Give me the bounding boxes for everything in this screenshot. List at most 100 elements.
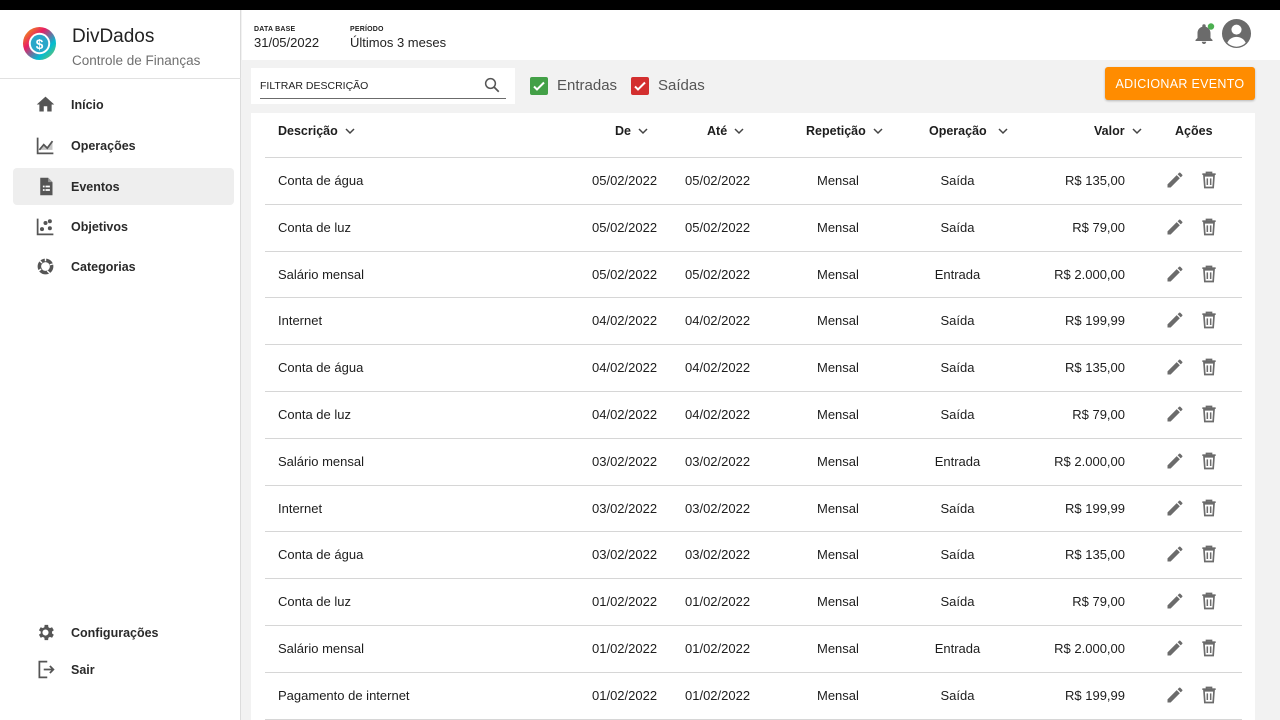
cell-valor: R$ 79,00 <box>1072 594 1125 610</box>
table-divider <box>265 718 1242 720</box>
cell-repeticao: Mensal <box>817 173 859 188</box>
sidebar: $ DivDados Controle de Finanças Início O… <box>0 10 241 720</box>
trash-icon[interactable] <box>1199 638 1219 658</box>
sidebar-item-eventos[interactable]: Eventos <box>13 168 234 205</box>
chevron-down-icon <box>873 128 883 135</box>
column-header-acoes: Ações <box>1175 124 1213 138</box>
chevron-down-icon <box>734 128 744 135</box>
table-row[interactable]: Conta de luz 05/02/2022 05/02/2022 Mensal Sa… <box>265 205 1242 251</box>
edit-icon[interactable] <box>1165 498 1185 518</box>
cell-repeticao: Mensal <box>817 313 859 329</box>
trash-icon[interactable] <box>1199 685 1219 705</box>
edit-icon[interactable] <box>1165 685 1185 705</box>
trash-icon[interactable] <box>1199 310 1219 330</box>
edit-icon[interactable] <box>1165 217 1185 237</box>
cell-valor: R$ 2.000,00 <box>1054 641 1125 656</box>
saidas-label[interactable]: Saídas <box>658 77 705 94</box>
table-row[interactable]: Pagamento de internet 01/02/2022 01/02/202… <box>265 673 1242 719</box>
cell-descricao: Conta de água <box>278 360 364 376</box>
cell-ate: 03/02/2022 <box>685 453 751 469</box>
edit-icon[interactable] <box>1165 264 1185 284</box>
cell-ate: 04/02/2022 <box>685 360 751 376</box>
table-row[interactable]: Conta de água 03/02/2022 03/02/2022 Mensal S… <box>265 532 1242 578</box>
column-header-valor[interactable]: Valor <box>1094 124 1143 138</box>
cell-ate: 01/02/2022 <box>685 594 751 610</box>
column-header-operacao[interactable]: Operação <box>929 124 1009 138</box>
column-header-ate[interactable]: Até <box>707 124 745 138</box>
sidebar-item-label: Objetivos <box>71 219 128 234</box>
edit-icon[interactable] <box>1165 544 1185 564</box>
cell-descricao: Salário mensal <box>278 453 364 469</box>
home-icon <box>36 96 55 112</box>
edit-icon[interactable] <box>1165 451 1185 471</box>
avatar[interactable] <box>1221 18 1252 49</box>
cell-repeticao: Mensal <box>817 266 859 282</box>
table-row[interactable]: Conta de luz 01/02/2022 01/02/2022 Mensal Sa… <box>265 579 1242 625</box>
trash-icon[interactable] <box>1199 170 1219 190</box>
entradas-label[interactable]: Entradas <box>557 77 617 94</box>
bell-icon[interactable] <box>1192 22 1216 46</box>
trash-icon[interactable] <box>1199 217 1219 237</box>
column-header-de[interactable]: De <box>615 124 649 138</box>
cell-de: 03/02/2022 <box>592 500 658 516</box>
saidas-checkbox[interactable] <box>631 77 649 95</box>
cell-de: 05/02/2022 <box>592 173 658 188</box>
cell-valor: R$ 2.000,00 <box>1054 266 1125 282</box>
table-row[interactable]: Internet 04/02/2022 04/02/2022 Mensal Saída R… <box>265 298 1242 344</box>
cell-de: 01/02/2022 <box>592 594 658 610</box>
edit-icon[interactable] <box>1165 310 1185 330</box>
trash-icon[interactable] <box>1199 451 1219 471</box>
trash-icon[interactable] <box>1199 591 1219 611</box>
trash-icon[interactable] <box>1199 264 1219 284</box>
logout-icon <box>38 660 55 679</box>
cell-descricao: Internet <box>278 500 323 516</box>
edit-icon[interactable] <box>1165 170 1185 190</box>
description-filter-input[interactable] <box>260 74 506 99</box>
trash-icon[interactable] <box>1199 357 1219 377</box>
sidebar-item-categorias[interactable]: Categorias <box>13 248 234 285</box>
sidebar-item-configuracoes[interactable]: Configurações <box>13 614 234 651</box>
cell-descricao: Salário mensal <box>278 266 364 282</box>
table-row[interactable]: Conta de água 04/02/2022 04/02/2022 Mensal S… <box>265 345 1242 391</box>
chart-line-icon <box>36 137 54 155</box>
cell-ate: 04/02/2022 <box>685 407 751 422</box>
cell-de: 05/02/2022 <box>592 219 658 235</box>
cell-valor: R$ 135,00 <box>1065 360 1125 376</box>
trash-icon[interactable] <box>1199 544 1219 564</box>
table-row[interactable]: Conta de água 05/02/2022 05/02/2022 Mensal S… <box>265 158 1242 204</box>
edit-icon[interactable] <box>1165 404 1185 424</box>
period-label: PERÍODO <box>350 26 384 33</box>
search-icon[interactable] <box>483 76 501 94</box>
cell-de: 03/02/2022 <box>592 547 658 563</box>
trash-icon[interactable] <box>1199 404 1219 424</box>
sidebar-item-label: Configurações <box>71 625 159 640</box>
table-row[interactable]: Salário mensal 05/02/2022 05/02/2022 Mensal… <box>265 252 1242 298</box>
table-row[interactable]: Salário mensal 01/02/2022 01/02/2022 Mensal… <box>265 626 1242 672</box>
cell-de: 03/02/2022 <box>592 453 658 469</box>
add-event-button[interactable]: ADICIONAR EVENTO <box>1105 67 1255 100</box>
column-header-repeticao[interactable]: Repetição <box>806 124 884 138</box>
table-row[interactable]: Salário mensal 03/02/2022 03/02/2022 Mensal… <box>265 439 1242 485</box>
entradas-checkbox[interactable] <box>530 77 548 95</box>
edit-icon[interactable] <box>1165 357 1185 377</box>
cell-operacao: Saída <box>940 594 975 610</box>
sidebar-item-objetivos[interactable]: Objetivos <box>13 208 234 245</box>
edit-icon[interactable] <box>1165 591 1185 611</box>
edit-icon[interactable] <box>1165 638 1185 658</box>
sidebar-item-sair[interactable]: Sair <box>13 651 234 688</box>
table-row[interactable]: Conta de luz 04/02/2022 04/02/2022 Mensal Sa… <box>265 392 1242 438</box>
table-row[interactable]: Internet 03/02/2022 03/02/2022 Mensal Saída R… <box>265 486 1242 532</box>
period-value[interactable]: Últimos 3 meses <box>350 35 446 50</box>
sidebar-item-inicio[interactable]: Início <box>13 86 234 123</box>
cell-descricao: Conta de água <box>278 173 364 188</box>
cell-repeticao: Mensal <box>817 594 859 610</box>
cell-ate: 01/02/2022 <box>685 641 751 656</box>
cell-operacao: Saída <box>940 500 975 516</box>
header: DATA BASE 31/05/2022 PERÍODO Últimos 3 m… <box>242 10 1280 60</box>
cell-operacao: Entrada <box>934 641 981 656</box>
sidebar-item-label: Sair <box>71 662 95 677</box>
trash-icon[interactable] <box>1199 498 1219 518</box>
column-header-descricao[interactable]: Descrição <box>278 124 356 138</box>
sidebar-item-operacoes[interactable]: Operações <box>13 127 234 164</box>
svg-text:$: $ <box>36 37 44 52</box>
